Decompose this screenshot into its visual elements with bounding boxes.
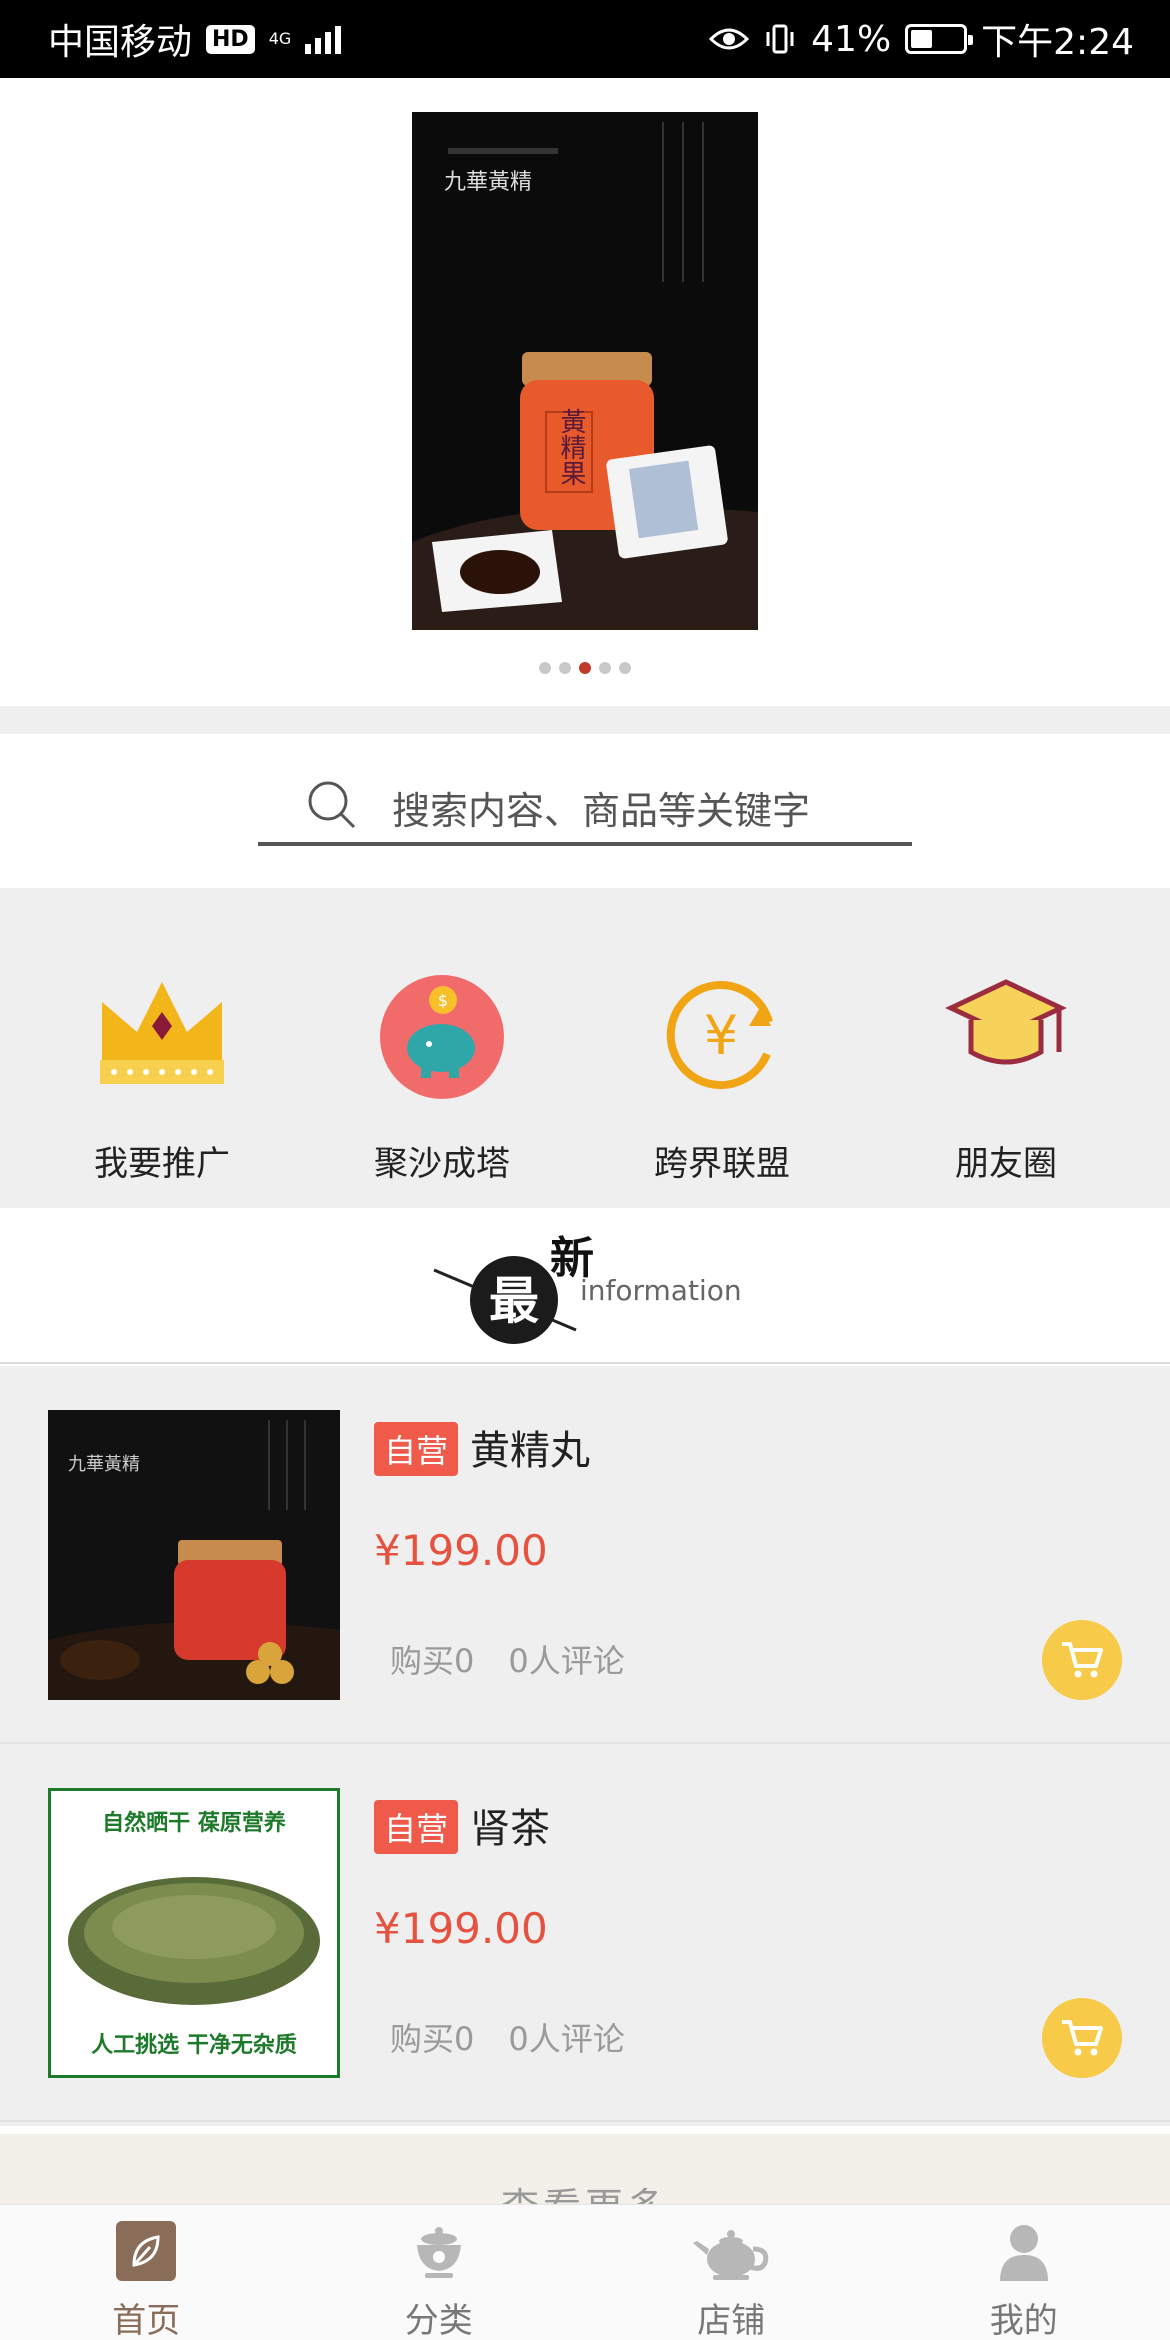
clock: 下午2:24: [981, 22, 1134, 63]
carousel-dot[interactable]: [539, 662, 551, 674]
product-item[interactable]: 九華黃精 自营 黄精丸 ¥199.00 购买0 0人评论: [0, 1366, 1170, 1744]
product-item[interactable]: 自然晒干 葆原营养 人工挑选 干净无杂质 自营 肾茶 ¥199.00 购买0 0…: [0, 1744, 1170, 2122]
banner-image[interactable]: 九華黃精 黃精果: [412, 112, 758, 630]
product-bought-count: 购买0: [390, 1642, 475, 1680]
network-type: 4G: [268, 29, 292, 48]
bottom-tab-bar: 首页 分类 店铺 我的: [0, 2204, 1170, 2340]
eye-icon: [709, 28, 750, 50]
tab-home[interactable]: 首页: [0, 2205, 293, 2340]
latest-en-label: information: [580, 1274, 742, 1307]
status-bar: 中国移动 HD 4G 41% 下午2:24: [0, 0, 1170, 78]
carousel-dot[interactable]: [599, 662, 611, 674]
latest-main-char: 最: [489, 1272, 539, 1330]
view-more-button[interactable]: 查看更多: [0, 2134, 1170, 2204]
banner-carousel[interactable]: 九華黃精 黃精果: [0, 78, 1170, 706]
tab-label: 分类: [404, 2301, 473, 2340]
product-image[interactable]: 自然晒干 葆原营养 人工挑选 干净无杂质: [48, 1788, 340, 2078]
quick-item-savings[interactable]: $ 聚沙成塔: [296, 888, 588, 1208]
self-operated-badge: 自营: [374, 1422, 459, 1476]
yen-exchange-icon: ¥: [666, 981, 773, 1090]
quick-menu: 我要推广 $ 聚沙成塔 ¥ 跨界联盟 朋友圈: [0, 888, 1170, 1208]
add-to-cart-button[interactable]: [1042, 1620, 1122, 1700]
search-input[interactable]: 搜索内容、商品等关键字: [258, 772, 912, 846]
piggy-bank-icon: $: [380, 975, 504, 1099]
product-meta: 购买0 0人评论: [390, 1636, 625, 1682]
latest-logo: 最 新 information: [430, 1222, 750, 1352]
tab-profile[interactable]: 我的: [878, 2205, 1170, 2340]
latest-section-header: 最 新 information: [0, 1208, 1170, 1364]
banner-brand-text: 九華黃精: [444, 170, 533, 195]
product-review-count: 0人评论: [508, 2020, 625, 2058]
quick-label: 聚沙成塔: [374, 1144, 510, 1184]
carrier-name: 中国移动: [48, 22, 193, 63]
quick-item-promote[interactable]: 我要推广: [16, 888, 308, 1208]
product-price: ¥199.00: [374, 1904, 548, 1953]
svg-text:¥: ¥: [704, 1004, 738, 1067]
vibrate-icon: [766, 24, 794, 54]
product-bought-count: 购买0: [390, 2020, 475, 2058]
tab-label: 店铺: [697, 2301, 766, 2340]
battery-percent: 41%: [811, 18, 892, 60]
product-image-brand: 九華黃精: [68, 1454, 140, 1475]
product-image-top-text: 自然晒干 葆原营养: [102, 1811, 286, 1836]
carousel-dots: [0, 662, 1170, 674]
self-operated-badge: 自营: [374, 1800, 459, 1854]
product-image[interactable]: 九華黃精: [48, 1410, 340, 1700]
view-more-label: 查看更多: [0, 2176, 1170, 2204]
quick-item-friends[interactable]: 朋友圈: [860, 888, 1152, 1208]
teapot-icon: [693, 2230, 769, 2280]
search-placeholder: 搜索内容、商品等关键字: [392, 788, 811, 833]
product-name: 黄精丸: [470, 1428, 590, 1474]
leaf-icon: [116, 2221, 177, 2281]
carousel-dot[interactable]: [579, 662, 591, 674]
tab-label: 首页: [112, 2301, 181, 2340]
search-icon: [308, 781, 356, 829]
add-to-cart-button[interactable]: [1042, 1998, 1122, 2078]
section-divider: [0, 706, 1170, 734]
graduation-cap-icon: [945, 979, 1067, 1065]
svg-text:$: $: [438, 991, 448, 1010]
search-bar: 搜索内容、商品等关键字: [0, 734, 1170, 888]
tab-store[interactable]: 店铺: [585, 2205, 878, 2340]
tab-label: 我的: [989, 2301, 1058, 2340]
quick-label: 朋友圈: [955, 1144, 1057, 1184]
teacup-icon: [416, 2227, 461, 2278]
battery-fill: [911, 30, 932, 48]
crown-icon: [100, 982, 224, 1084]
product-meta: 购买0 0人评论: [390, 2014, 625, 2060]
quick-label: 我要推广: [94, 1144, 230, 1184]
carousel-dot[interactable]: [619, 662, 631, 674]
cart-icon: [1062, 1642, 1103, 1678]
product-list: 九華黃精 自营 黄精丸 ¥199.00 购买0 0人评论 自然晒干 葆原营养 人…: [0, 1366, 1170, 2126]
product-review-count: 0人评论: [508, 1642, 625, 1680]
cart-icon: [1062, 2020, 1103, 2056]
quick-label: 跨界联盟: [654, 1144, 790, 1184]
user-icon: [999, 2225, 1048, 2281]
quick-item-alliance[interactable]: ¥ 跨界联盟: [576, 888, 868, 1208]
signal-icon: [305, 24, 342, 54]
product-price: ¥199.00: [374, 1526, 548, 1575]
product-name: 肾茶: [470, 1806, 550, 1852]
product-image-bottom-text: 人工挑选 干净无杂质: [91, 2033, 297, 2058]
carousel-dot[interactable]: [559, 662, 571, 674]
hd-badge: HD: [206, 24, 255, 54]
banner-product-text: 黃精果: [556, 408, 586, 486]
battery-icon: [905, 24, 974, 54]
tab-category[interactable]: 分类: [293, 2205, 586, 2340]
